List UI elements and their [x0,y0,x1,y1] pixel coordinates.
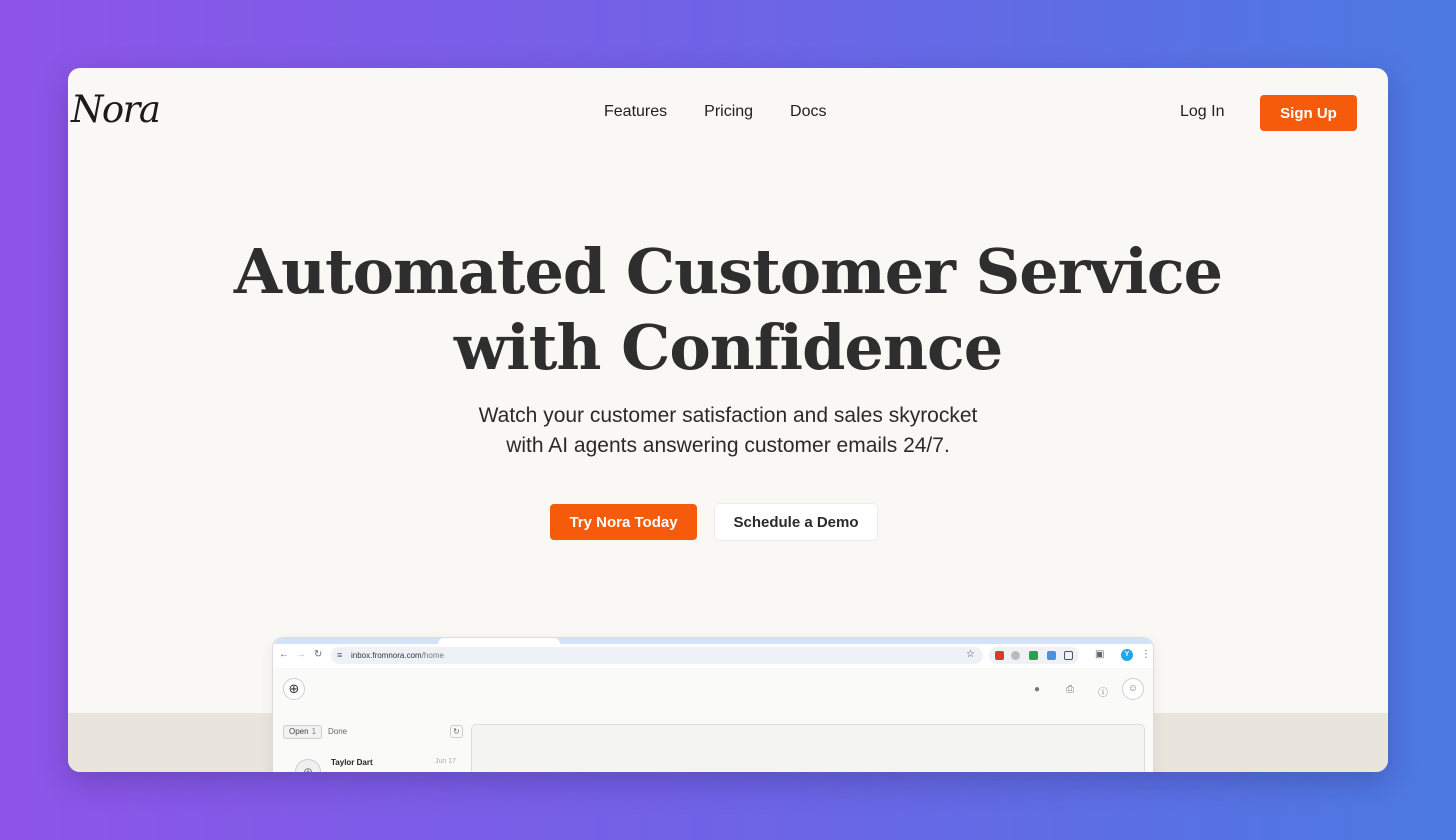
hero-title-line-1: Automated Customer Service [233,235,1223,308]
puzzle-icon [1064,651,1073,660]
login-link[interactable]: Log In [1180,103,1224,121]
conversation-date: Jun 17 [435,758,457,765]
nav-link-features[interactable]: Features [604,103,667,121]
filter-open-count: 1 [311,727,317,736]
nora-logo[interactable]: Nora [71,88,161,131]
extension-green-icon [1029,651,1038,660]
app-logo-icon: ⊕ [283,678,305,700]
url-domain: inbox.fromnora.com [351,651,422,660]
conversation-detail-pane [471,724,1145,772]
filter-done-tab: Done [328,727,348,736]
top-nav: Nora Features Pricing Docs Log In Sign U… [68,68,1388,158]
landing-page-window: Nora Features Pricing Docs Log In Sign U… [68,68,1388,772]
hero-title-line-2: with Confidence [453,311,1003,384]
nav-link-pricing[interactable]: Pricing [704,103,753,121]
profile-avatar-icon: Y [1121,649,1133,661]
browser-mockup: ← → ↻ ≡ inbox.fromnora.com/home ☆ ▣ Y ⋮ … [273,638,1153,772]
lightbulb-icon: ● [1034,684,1041,695]
extension-blue-icon [1047,651,1056,660]
help-icon: ⓘ [1098,688,1108,699]
extension-red-icon [995,651,1004,660]
forward-arrow-icon: → [296,649,306,660]
refresh-icon: ↻ [450,725,463,738]
site-settings-icon: ≡ [337,650,343,660]
url-bar: ≡ inbox.fromnora.com/home ☆ [331,647,983,664]
try-nora-button[interactable]: Try Nora Today [550,504,697,540]
schedule-demo-button[interactable]: Schedule a Demo [715,504,877,540]
nav-link-docs[interactable]: Docs [790,103,826,121]
kebab-menu-icon: ⋮ [1141,649,1151,660]
hero-subtitle: Watch your customer satisfaction and sal… [68,401,1388,461]
printer-icon: ⎙ [1066,684,1074,695]
back-arrow-icon: ← [279,649,289,660]
browser-toolbar: ← → ↻ ≡ inbox.fromnora.com/home ☆ ▣ Y ⋮ [273,644,1153,668]
reading-list-icon: ▣ [1095,649,1105,660]
filter-open-label: Open [289,727,309,736]
conversation-name: Taylor Dart [331,758,373,767]
hero-subtitle-line-2: with AI agents answering customer emails… [506,434,950,457]
nav-links: Features Pricing Docs [604,103,827,121]
bookmark-star-icon: ☆ [966,649,975,660]
app-preview: ⊕ ● ⎙ ⓘ ☺ Open 1 Done ↻ ⊕ Taylor Dart Jun… [273,668,1153,772]
reload-icon: ↻ [314,649,323,660]
user-avatar-icon: ☺ [1122,678,1144,700]
extension-gray-icon [1011,651,1020,660]
extension-icons [989,647,1079,664]
url-path: /home [421,651,444,660]
hero-title: Automated Customer Service with Confiden… [68,234,1388,386]
filter-open-tab: Open 1 [283,725,323,739]
conversation-avatar-icon: ⊕ [295,759,321,772]
signup-button[interactable]: Sign Up [1260,95,1357,131]
hero-subtitle-line-1: Watch your customer satisfaction and sal… [478,404,978,427]
